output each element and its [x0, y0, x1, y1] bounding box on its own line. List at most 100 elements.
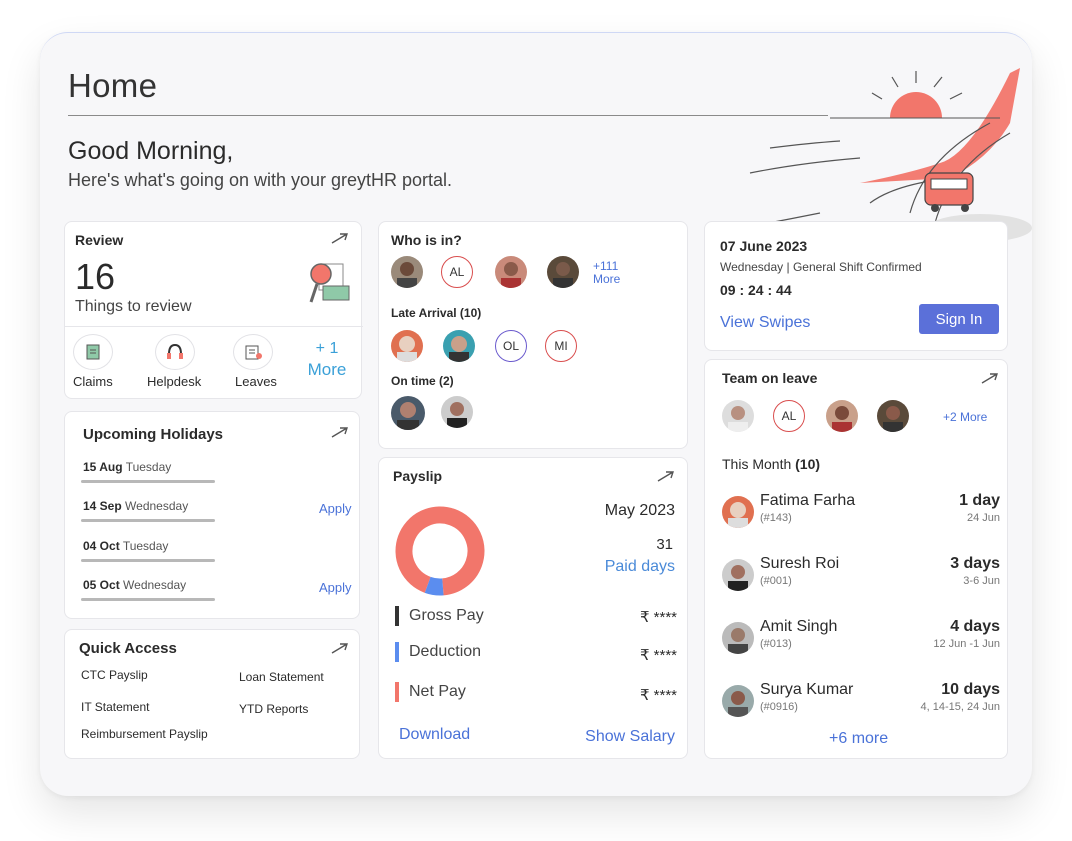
avatar-initials[interactable]: OL: [495, 330, 527, 362]
avatar-initials[interactable]: MI: [545, 330, 577, 362]
loan-statement-link[interactable]: Loan Statement: [239, 670, 324, 684]
page-title: Home: [68, 67, 158, 104]
team-leave-card: Team on leave AL +2 More This Month (10)…: [704, 359, 1008, 759]
apply-link[interactable]: Apply: [319, 501, 352, 516]
leave-emp-id: (#001): [760, 575, 792, 587]
holiday-day: Wednesday: [123, 578, 187, 592]
leave-row[interactable]: Amit Singh (#013) 4 days 12 Jun -1 Jun: [722, 616, 1000, 662]
avatar[interactable]: [391, 396, 425, 430]
review-count: 16: [75, 256, 116, 297]
on-time-label: On time (2): [391, 374, 454, 388]
leave-days: 4 days: [950, 618, 1000, 635]
avatar[interactable]: [441, 396, 473, 428]
reimbursement-payslip-link[interactable]: Reimbursement Payslip: [81, 727, 208, 741]
leave-emp-id: (#0916): [760, 701, 798, 713]
leave-row[interactable]: Suresh Roi (#001) 3 days 3-6 Jun: [722, 553, 1000, 599]
late-arrival-label: Late Arrival (10): [391, 306, 482, 320]
avatar[interactable]: [443, 330, 475, 362]
holiday-bar: [81, 519, 215, 522]
month-count: (10): [795, 456, 821, 472]
gross-pay-row: Gross Pay ₹ ****: [395, 606, 677, 630]
payslip-donut-chart: [395, 506, 485, 596]
payslip-card: Payslip May 2023 31 Paid days Gross Pay …: [378, 457, 688, 759]
holiday-day: Tuesday: [122, 539, 169, 553]
team-leave-more-link[interactable]: +6 more: [829, 730, 888, 748]
sign-in-button[interactable]: Sign In: [919, 304, 999, 334]
show-salary-link[interactable]: Show Salary: [585, 728, 675, 746]
holiday-row: 05 Oct Wednesday Apply: [81, 578, 353, 608]
leaves-button[interactable]: Leaves: [233, 334, 279, 390]
attendance-card: 07 June 2023 Wednesday | General Shift C…: [704, 221, 1008, 351]
paid-days-count: 31: [656, 536, 673, 553]
it-statement-link[interactable]: IT Statement: [81, 700, 149, 714]
who-is-in-more[interactable]: +111 More: [593, 260, 620, 286]
holiday-date: 04 Oct: [83, 539, 120, 553]
claims-button[interactable]: Claims: [71, 334, 117, 390]
leave-row[interactable]: Fatima Farha (#143) 1 day 24 Jun: [722, 490, 1000, 536]
leave-name: Surya Kumar: [760, 681, 854, 698]
avatar[interactable]: [391, 256, 423, 288]
review-title: Review: [75, 232, 124, 248]
gross-pay-marker: [395, 606, 399, 626]
avatar[interactable]: [826, 400, 858, 432]
current-time: 09 : 24 : 44: [720, 282, 792, 298]
review-more-label: More: [307, 360, 347, 379]
month-label: This Month: [722, 456, 792, 472]
attendance-date: 07 June 2023: [720, 238, 808, 254]
avatar-initials[interactable]: AL: [441, 256, 473, 288]
net-pay-row: Net Pay ₹ ****: [395, 682, 677, 706]
leave-dates: 12 Jun -1 Jun: [933, 638, 1000, 650]
claims-label: Claims: [73, 374, 113, 389]
holiday-bar: [81, 598, 215, 601]
holiday-date: 15 Aug: [83, 460, 123, 474]
avatar[interactable]: [495, 256, 527, 288]
open-arrow-icon[interactable]: [981, 372, 999, 384]
helpdesk-label: Helpdesk: [147, 374, 202, 389]
avatar[interactable]: [391, 330, 423, 362]
who-is-in-card: Who is in? AL +111 More Late Arrival (10…: [378, 221, 688, 449]
holiday-date: 14 Sep: [83, 499, 122, 513]
avatar[interactable]: [722, 400, 754, 432]
holidays-card: Upcoming Holidays 15 Aug Tuesday 14 Sep …: [64, 411, 360, 619]
view-swipes-link[interactable]: View Swipes: [720, 314, 810, 332]
holiday-date: 05 Oct: [83, 578, 120, 592]
leave-name: Amit Singh: [760, 618, 838, 635]
holiday-row: 14 Sep Wednesday Apply: [81, 499, 353, 529]
open-arrow-icon[interactable]: [331, 642, 349, 654]
shift-info: Wednesday | General Shift Confirmed: [720, 260, 922, 274]
ctc-payslip-link[interactable]: CTC Payslip: [81, 668, 148, 682]
helpdesk-button[interactable]: Helpdesk: [145, 334, 205, 390]
avatar: [722, 559, 754, 591]
download-link[interactable]: Download: [399, 726, 470, 744]
leave-name: Fatima Farha: [760, 492, 856, 509]
avatar[interactable]: [547, 256, 579, 288]
leave-dates: 3-6 Jun: [963, 575, 1000, 587]
magnifier-mail-icon: [309, 263, 350, 303]
ytd-reports-link[interactable]: YTD Reports: [239, 702, 308, 716]
leave-days: 3 days: [950, 555, 1000, 572]
team-leave-more[interactable]: +2 More: [943, 410, 987, 424]
team-leave-title: Team on leave: [722, 370, 818, 386]
paid-days-label: Paid days: [604, 558, 675, 575]
headset-icon: [155, 334, 195, 370]
quick-access-card: Quick Access CTC Payslip Loan Statement …: [64, 629, 360, 759]
claims-icon: [73, 334, 113, 370]
deduction-marker: [395, 642, 399, 662]
leave-row[interactable]: Surya Kumar (#0916) 10 days 4, 14-15, 24…: [722, 679, 1000, 725]
open-arrow-icon[interactable]: [331, 426, 349, 438]
holiday-day: Tuesday: [125, 460, 172, 474]
avatar-initials[interactable]: AL: [773, 400, 805, 432]
apply-link[interactable]: Apply: [319, 580, 352, 595]
review-card: Review 16 Things to review Claims Helpde…: [64, 221, 363, 399]
leave-emp-id: (#013): [760, 638, 792, 650]
review-more-count: + 1: [315, 340, 339, 357]
review-more-button[interactable]: + 1 More: [301, 340, 353, 384]
avatar: [722, 496, 754, 528]
home-dashboard: Home Good Morning, Here's what's going o…: [40, 32, 1032, 796]
leave-dates: 24 Jun: [966, 512, 1000, 524]
avatar: [722, 622, 754, 654]
avatar[interactable]: [877, 400, 909, 432]
open-arrow-icon[interactable]: [331, 232, 349, 244]
open-arrow-icon[interactable]: [657, 470, 675, 482]
holiday-row: 15 Aug Tuesday: [81, 460, 353, 490]
